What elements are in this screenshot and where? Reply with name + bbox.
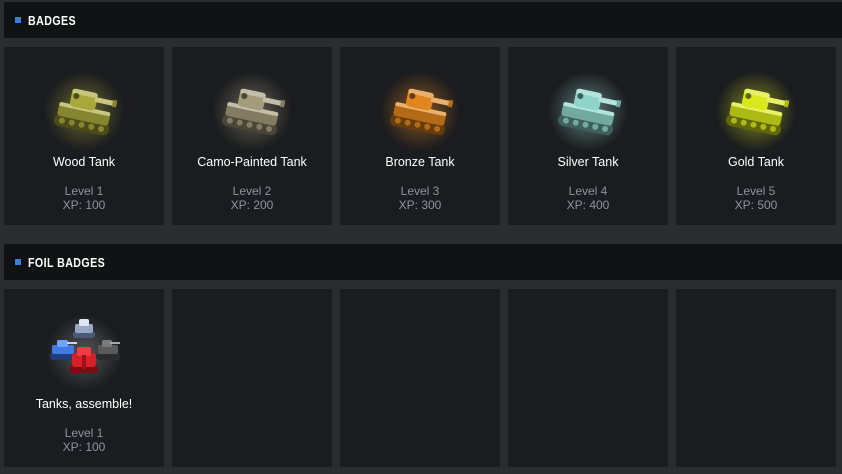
badge-name: Tanks, assemble! (35, 397, 133, 411)
foil-badges-section-header: FOIL BADGES (4, 244, 842, 280)
badge-card-gold-tank[interactable]: Gold Tank Level 5 XP: 500 (676, 47, 836, 225)
badge-card-bronze-tank[interactable]: Bronze Tank Level 3 XP: 300 (340, 47, 500, 225)
badge-xp: XP: 400 (566, 198, 610, 212)
tank-icon (548, 71, 628, 151)
foil-badges-row: Tanks, assemble! Level 1 XP: 100 (4, 289, 836, 467)
badge-xp: XP: 100 (62, 440, 106, 454)
badge-xp: XP: 500 (734, 198, 778, 212)
tank-icon (716, 71, 796, 151)
empty-badge-slot (508, 289, 668, 467)
badge-level: Level 1 (64, 184, 104, 198)
badge-level: Level 3 (400, 184, 440, 198)
badge-xp: XP: 100 (62, 198, 106, 212)
badge-card-wood-tank[interactable]: Wood Tank Level 1 XP: 100 (4, 47, 164, 225)
empty-badge-slot (172, 289, 332, 467)
badge-level: Level 5 (736, 184, 776, 198)
badge-name: Bronze Tank (385, 155, 455, 169)
badge-level: Level 4 (568, 184, 608, 198)
badge-xp: XP: 200 (230, 198, 274, 212)
tank-icon (212, 71, 292, 151)
empty-badge-slot (676, 289, 836, 467)
badge-name: Gold Tank (727, 155, 785, 169)
badges-row: Wood Tank Level 1 XP: 100 Camo-Painted T… (4, 47, 836, 225)
badge-name: Wood Tank (52, 155, 116, 169)
tank-icon (380, 71, 460, 151)
badge-name: Silver Tank (557, 155, 619, 169)
badge-card-camo-painted-tank[interactable]: Camo-Painted Tank Level 2 XP: 200 (172, 47, 332, 225)
badge-card-tanks-assemble[interactable]: Tanks, assemble! Level 1 XP: 100 (4, 289, 164, 467)
tank-group-icon (46, 315, 122, 391)
badge-name: Camo-Painted Tank (197, 155, 307, 169)
badge-card-silver-tank[interactable]: Silver Tank Level 4 XP: 400 (508, 47, 668, 225)
section-title: BADGES (28, 12, 77, 28)
section-marker-icon (15, 17, 21, 23)
section-marker-icon (15, 259, 21, 265)
section-title: FOIL BADGES (28, 254, 106, 270)
empty-badge-slot (340, 289, 500, 467)
tank-icon (44, 71, 124, 151)
badge-level: Level 2 (232, 184, 272, 198)
badge-xp: XP: 300 (398, 198, 442, 212)
badge-level: Level 1 (64, 426, 104, 440)
badges-section-header: BADGES (4, 2, 842, 38)
